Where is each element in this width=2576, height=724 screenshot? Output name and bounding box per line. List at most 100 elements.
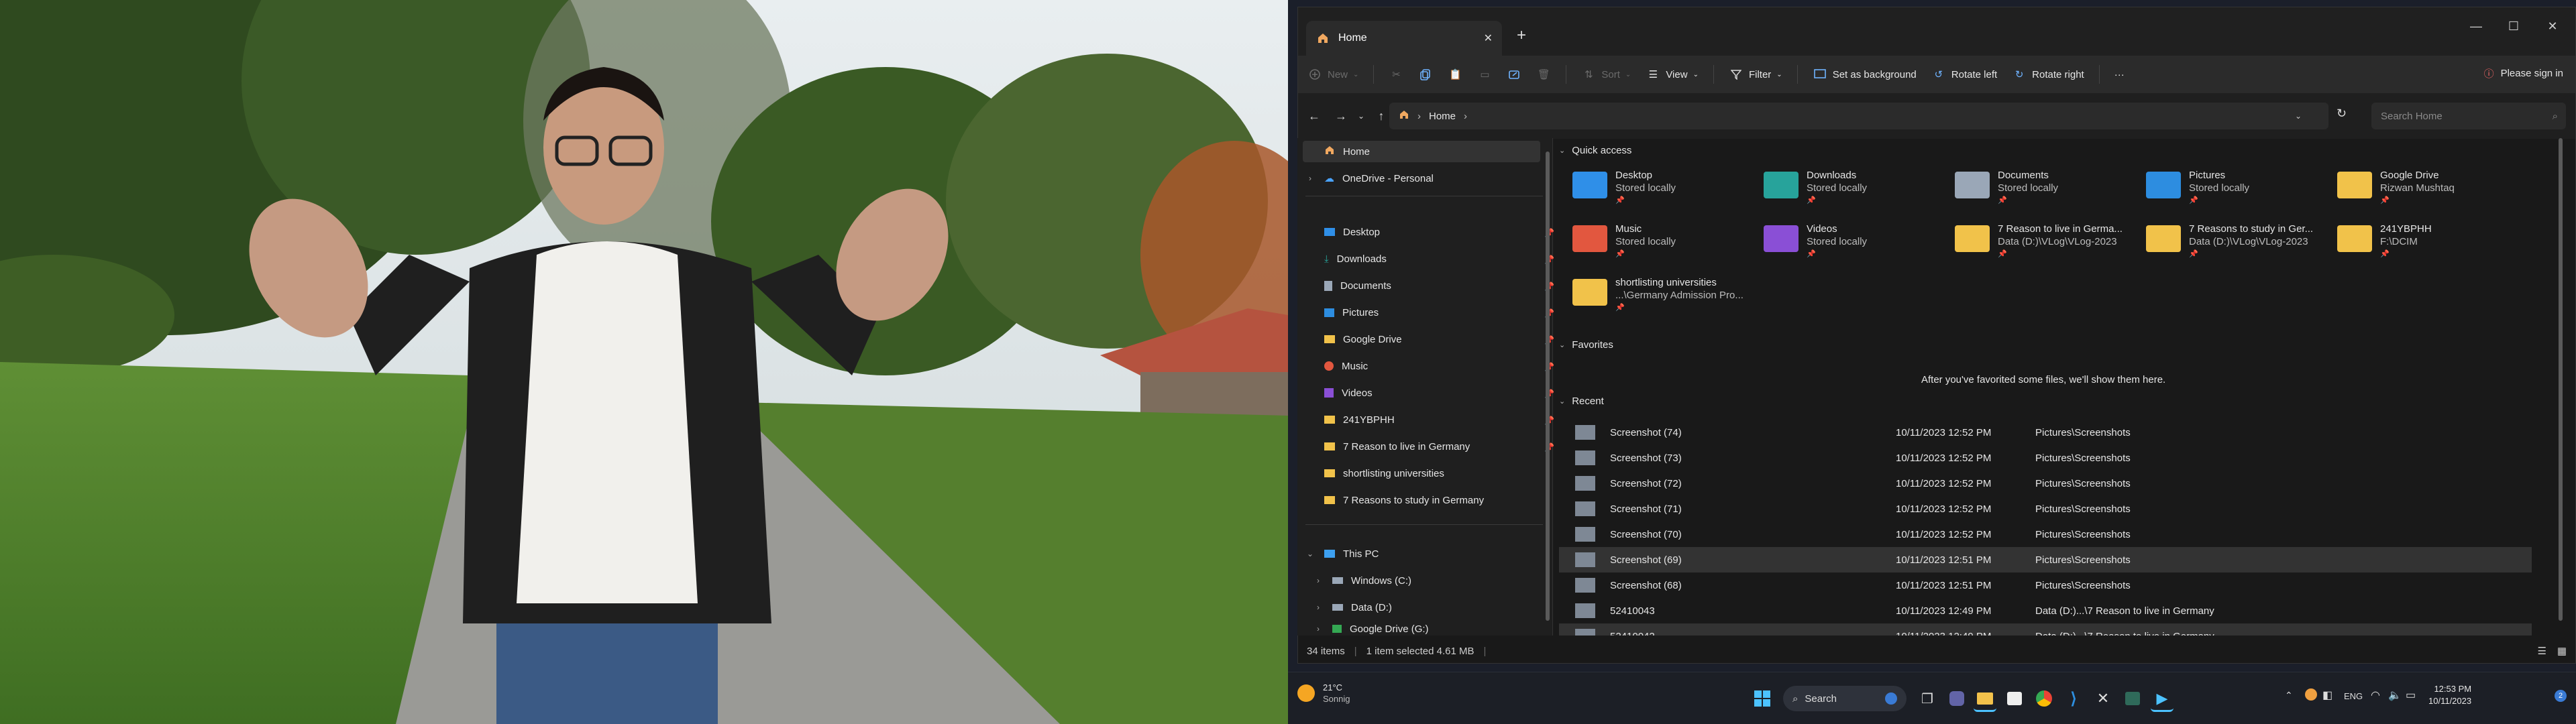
search-box[interactable]: Search Home ⌕ [2371,103,2566,129]
chevron-right-icon[interactable]: › [1304,174,1316,183]
set-background-button[interactable]: Set as background [1813,67,1917,82]
notification-badge[interactable]: 2 [2555,690,2567,702]
chevron-right-icon[interactable]: › [1312,603,1324,612]
tray-app-icon[interactable] [2305,688,2317,701]
delete-button[interactable]: 🗑 [1536,67,1551,82]
quick-access-item[interactable]: Documents Stored locally 📌 [1955,169,2143,217]
quick-access-item[interactable]: Videos Stored locally 📌 [1764,223,1951,271]
quick-access-item[interactable]: Pictures Stored locally 📌 [2146,169,2334,217]
recent-file-row[interactable]: Screenshot (69) 10/11/2023 12:51 PM Pictur… [1559,547,2532,572]
share-button[interactable] [1507,67,1521,82]
minimize-button[interactable]: — [2463,19,2489,34]
new-button[interactable]: New ⌄ [1307,67,1358,82]
recent-file-row[interactable]: Screenshot (73) 10/11/2023 12:52 PM Pictur… [1559,445,2532,471]
close-tab-icon[interactable]: ✕ [1484,32,1493,45]
close-window-button[interactable]: ✕ [2539,19,2566,34]
recent-locations-button[interactable]: ⌄ [1354,111,1368,121]
teams-chat-icon[interactable] [1945,687,1968,710]
quick-access-item[interactable]: 7 Reason to live in Germa... Data (D:)\VL… [1955,223,2143,271]
nav-item-pictures[interactable]: Pictures [1304,300,1379,324]
paste-button[interactable]: 📋 [1448,67,1462,82]
nav-item-videos[interactable]: Videos [1304,381,1373,405]
sign-in-button[interactable]: ⓘ Please sign in [2484,66,2563,80]
store-icon[interactable] [2003,687,2026,710]
copy-button[interactable] [1418,67,1433,82]
view-button[interactable]: ☰ View ⌄ [1646,67,1699,82]
clock[interactable]: 12:53 PM 10/11/2023 [2428,683,2471,707]
more-options-button[interactable]: ··· [2114,69,2125,80]
breadcrumb-home[interactable]: Home [1429,111,1456,122]
nav-item-music[interactable]: Music [1304,354,1368,378]
battery-icon[interactable]: ▭ [2406,688,2416,702]
nav-item-241ybphh[interactable]: 241YBPHH [1304,408,1395,432]
nav-item-google-drive-g[interactable]: › Google Drive (G:) [1312,622,1429,636]
tab-home[interactable]: Home ✕ [1306,21,1502,56]
cut-button[interactable]: ✂ [1389,67,1403,82]
quick-access-item[interactable]: Desktop Stored locally 📌 [1572,169,1760,217]
nav-item-onedrive[interactable]: › ☁ OneDrive - Personal [1304,166,1434,190]
nav-item-shortlisting[interactable]: shortlisting universities [1304,461,1444,485]
chevron-right-icon[interactable]: › [1312,576,1324,585]
nav-item-google-drive[interactable]: Google Drive [1304,327,1402,351]
tray-icon[interactable]: ◧ [2322,688,2332,702]
language-indicator[interactable]: ENG [2344,691,2363,701]
volume-icon[interactable]: 🔈 [2388,688,2402,702]
sort-button[interactable]: ⇅ Sort ⌄ [1581,67,1631,82]
recent-file-row[interactable]: Screenshot (72) 10/11/2023 12:52 PM Pictur… [1559,471,2532,496]
nav-item-downloads[interactable]: ⤓ Downloads [1304,247,1387,271]
quick-access-header[interactable]: ⌄ Quick access [1559,145,1631,156]
address-dropdown-icon[interactable]: ⌄ [2295,111,2302,121]
recent-file-row[interactable]: Screenshot (74) 10/11/2023 12:52 PM Pictur… [1559,420,2532,445]
recent-file-row[interactable]: 52410042 10/11/2023 12:49 PM Data (D:)...\… [1559,623,2532,636]
quick-access-item[interactable]: Google Drive Rizwan Mushtaq 📌 [2337,169,2525,217]
media-player-icon[interactable]: ▶ [2151,687,2174,712]
chevron-down-icon[interactable]: ⌄ [1304,549,1316,558]
file-explorer-taskbar-icon[interactable] [1974,687,1996,712]
nav-scrollbar[interactable] [1546,152,1550,621]
recent-file-row[interactable]: Screenshot (68) 10/11/2023 12:51 PM Pictur… [1559,572,2532,598]
nav-item-documents[interactable]: Documents [1304,274,1391,298]
forward-button[interactable]: → [1328,109,1354,123]
address-bar[interactable]: › Home › ⌄ [1389,103,2328,129]
nav-item-7-reasons-study[interactable]: 7 Reasons to study in Germany [1304,488,1484,512]
chrome-icon[interactable] [2033,687,2055,710]
quick-access-item[interactable]: Music Stored locally 📌 [1572,223,1760,271]
maximize-button[interactable]: ☐ [2500,19,2527,34]
details-view-icon[interactable]: ☰ [2538,645,2546,657]
chevron-right-icon[interactable]: › [1312,624,1324,634]
tiles-view-icon[interactable]: ▦ [2557,645,2567,657]
nav-item-windows-c[interactable]: › Windows (C:) [1312,568,1411,593]
recent-file-row[interactable]: Screenshot (71) 10/11/2023 12:52 PM Pictur… [1559,496,2532,522]
nav-item-data-d[interactable]: › Data (D:) [1312,595,1392,619]
content-scrollbar[interactable] [2559,138,2563,621]
task-view-icon[interactable]: ❐ [1916,687,1939,710]
rotate-left-button[interactable]: ↺ Rotate left [1931,67,1997,82]
weather-widget[interactable]: 21°C Sonnig [1297,682,1350,705]
taskbar-search[interactable]: ⌕ Search [1783,686,1907,711]
back-button[interactable]: ← [1301,109,1328,123]
recent-header[interactable]: ⌄ Recent [1559,396,1604,407]
nav-item-7-reason-live[interactable]: 7 Reason to live in Germany [1304,434,1470,459]
nav-item-this-pc[interactable]: ⌄ This PC [1304,542,1379,566]
favorites-header[interactable]: ⌄ Favorites [1559,339,1613,351]
rotate-right-button[interactable]: ↻ Rotate right [2012,67,2084,82]
vscode-icon[interactable]: ⟩ [2062,687,2085,710]
recent-file-row[interactable]: Screenshot (70) 10/11/2023 12:52 PM Pictur… [1559,522,2532,547]
quick-access-item[interactable]: 7 Reasons to study in Ger... Data (D:)\VL… [2146,223,2334,271]
app-icon[interactable]: ✕ [2092,687,2114,710]
terminal-icon[interactable] [2121,687,2144,710]
nav-item-desktop[interactable]: Desktop [1304,220,1380,244]
new-tab-button[interactable]: + [1517,26,1526,45]
nav-item-home[interactable]: Home [1304,139,1370,164]
quick-access-item[interactable]: shortlisting universities ...\Germany Adm… [1572,276,1760,324]
recent-file-row[interactable]: 52410043 10/11/2023 12:49 PM Data (D:)...\… [1559,598,2532,623]
hidden-icons-chevron-icon[interactable]: ⌃ [2285,690,2293,701]
start-button[interactable] [1751,687,1774,710]
wifi-icon[interactable]: ◠ [2371,688,2380,702]
pin-icon: 📌 [1615,250,1625,258]
filter-button[interactable]: Filter ⌄ [1729,67,1782,82]
rename-button[interactable]: ▭ [1477,67,1492,82]
quick-access-item[interactable]: Downloads Stored locally 📌 [1764,169,1951,217]
refresh-button[interactable]: ↻ [2337,107,2347,121]
quick-access-item[interactable]: 241YBPHH F:\DCIM 📌 [2337,223,2525,271]
